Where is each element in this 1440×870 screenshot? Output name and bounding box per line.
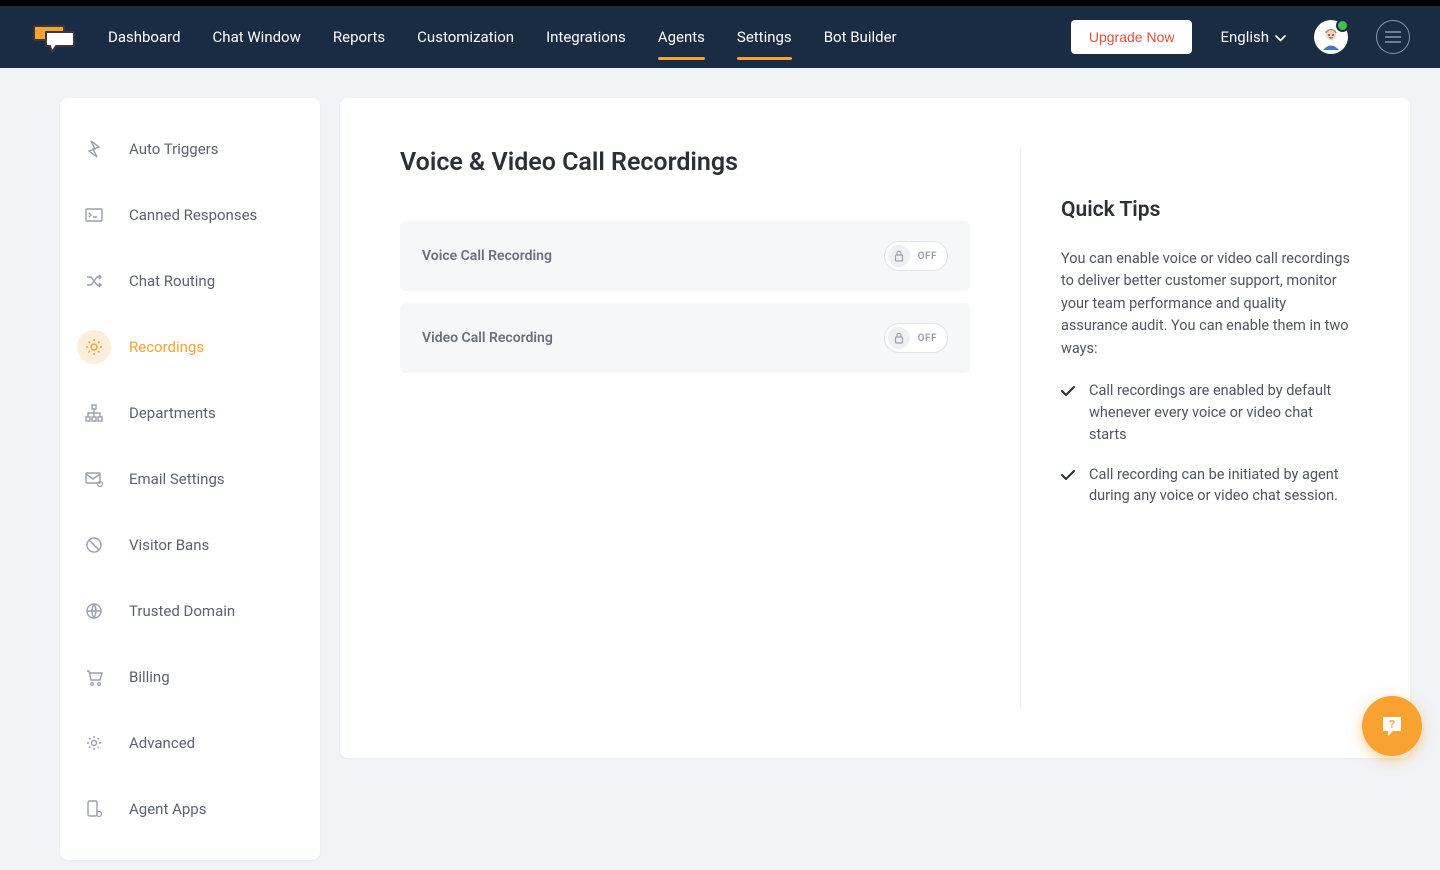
tips-list-item: Call recordings are enabled by default w… (1061, 380, 1350, 445)
nav-integrations[interactable]: Integrations (546, 6, 626, 68)
sidebar-item-label: Trusted Domain (129, 602, 235, 620)
sidebar-item-chat-routing[interactable]: Chat Routing (60, 248, 320, 314)
cart-icon (84, 667, 104, 687)
help-chat-icon: ? (1379, 713, 1405, 739)
nav-dashboard[interactable]: Dashboard (108, 6, 181, 68)
hamburger-icon (1385, 31, 1401, 43)
menu-button[interactable] (1376, 20, 1410, 54)
sidebar-item-billing[interactable]: Billing (60, 644, 320, 710)
gear-outline-icon (84, 733, 104, 753)
language-selector[interactable]: English (1220, 28, 1286, 46)
sidebar-item-canned-responses[interactable]: Canned Responses (60, 182, 320, 248)
mail-gear-icon (84, 469, 104, 489)
language-label: English (1220, 28, 1269, 46)
sidebar-item-label: Agent Apps (129, 800, 206, 818)
tips-bullet-text: Call recording can be initiated by agent… (1089, 464, 1350, 508)
user-avatar[interactable] (1314, 20, 1348, 54)
nav-customization[interactable]: Customization (417, 6, 514, 68)
settings-sidebar: Auto Triggers Canned Responses Chat Rout… (60, 98, 320, 860)
sidebar-item-recordings[interactable]: Recordings (60, 314, 320, 380)
sidebar-item-email-settings[interactable]: Email Settings (60, 446, 320, 512)
sitemap-icon (84, 403, 104, 423)
tips-list-item: Call recording can be initiated by agent… (1061, 464, 1350, 508)
check-icon (1061, 382, 1075, 445)
check-icon (1061, 466, 1075, 508)
nav-agents[interactable]: Agents (658, 6, 705, 68)
setting-label: Voice Call Recording (422, 248, 552, 264)
main-panel: Voice & Video Call Recordings Voice Call… (340, 98, 1410, 758)
globe-icon (84, 601, 104, 621)
sidebar-item-label: Auto Triggers (129, 140, 218, 158)
sidebar-item-advanced[interactable]: Advanced (60, 710, 320, 776)
svg-text:?: ? (1389, 719, 1396, 731)
tips-bullet-text: Call recordings are enabled by default w… (1089, 380, 1350, 445)
video-recording-toggle[interactable]: OFF (884, 323, 948, 353)
help-fab-button[interactable]: ? (1362, 696, 1422, 756)
lock-icon (888, 327, 910, 349)
tips-intro: You can enable voice or video call recor… (1061, 248, 1350, 360)
sidebar-item-label: Recordings (129, 338, 204, 356)
voice-recording-toggle[interactable]: OFF (884, 241, 948, 271)
ban-icon (84, 535, 104, 555)
nav-settings[interactable]: Settings (737, 6, 792, 68)
sidebar-item-label: Canned Responses (129, 206, 257, 224)
toggle-state: OFF (918, 333, 937, 344)
terminal-icon (84, 205, 104, 225)
toggle-state: OFF (918, 251, 937, 262)
sidebar-item-agent-apps[interactable]: Agent Apps (60, 776, 320, 842)
sidebar-item-departments[interactable]: Departments (60, 380, 320, 446)
shuffle-icon (84, 271, 104, 291)
sidebar-item-label: Billing (129, 668, 170, 686)
nav-chat-window[interactable]: Chat Window (213, 6, 301, 68)
sidebar-item-visitor-bans[interactable]: Visitor Bans (60, 512, 320, 578)
sidebar-item-label: Advanced (129, 734, 195, 752)
nav-bot-builder[interactable]: Bot Builder (824, 6, 897, 68)
chevron-down-icon (1275, 28, 1286, 46)
nav-reports[interactable]: Reports (333, 6, 385, 68)
primary-nav: Dashboard Chat Window Reports Customizat… (108, 6, 897, 68)
page-title: Voice & Video Call Recordings (400, 148, 970, 177)
brand-logo (30, 20, 78, 54)
upgrade-button[interactable]: Upgrade Now (1071, 20, 1193, 54)
top-navbar: Dashboard Chat Window Reports Customizat… (0, 6, 1440, 68)
sidebar-item-auto-triggers[interactable]: Auto Triggers (60, 116, 320, 182)
trigger-icon (84, 139, 104, 159)
quick-tips-panel: Quick Tips You can enable voice or video… (1020, 148, 1350, 708)
sidebar-item-label: Email Settings (129, 470, 225, 488)
sidebar-item-label: Visitor Bans (129, 536, 209, 554)
device-gear-icon (84, 799, 104, 819)
sidebar-item-label: Chat Routing (129, 272, 215, 290)
gear-icon (84, 337, 104, 357)
sidebar-item-label: Departments (129, 404, 216, 422)
setting-video-call-recording: Video Call Recording OFF (400, 303, 970, 373)
tips-title: Quick Tips (1061, 198, 1350, 222)
sidebar-item-trusted-domain[interactable]: Trusted Domain (60, 578, 320, 644)
setting-voice-call-recording: Voice Call Recording OFF (400, 221, 970, 291)
lock-icon (888, 245, 910, 267)
setting-label: Video Call Recording (422, 330, 553, 346)
